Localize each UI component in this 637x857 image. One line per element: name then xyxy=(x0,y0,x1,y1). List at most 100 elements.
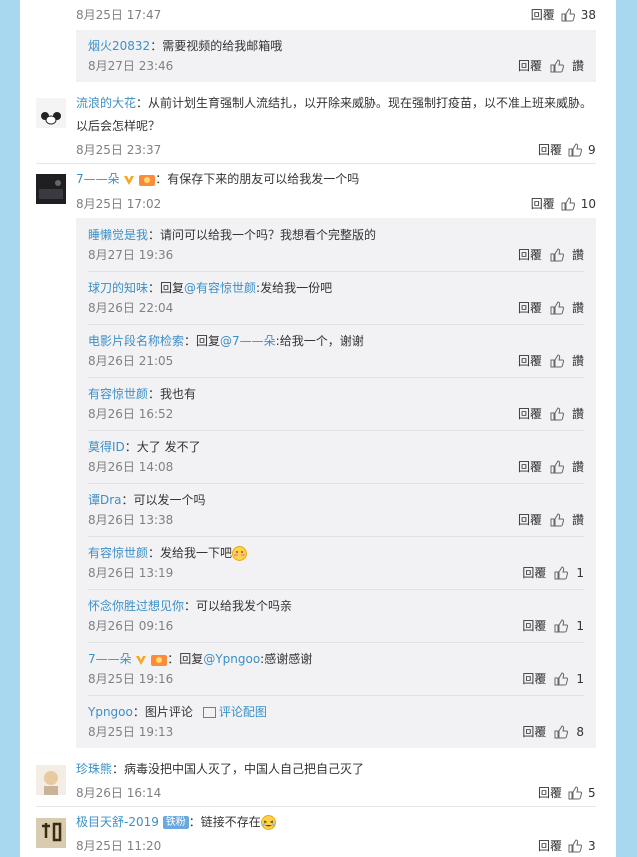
comment-text: ：有保存下来的朋友可以给我发一个吗 xyxy=(155,172,360,186)
reply-time: 8月26日 13:38 xyxy=(88,513,174,527)
thumbs-up-icon[interactable] xyxy=(561,196,575,211)
reply-item: 电影片段名称检索：回复@7——朵:给我一个，谢谢 8月26日 21:05 回覆 … xyxy=(88,332,584,372)
reply-item: 谭Dra：可以发一个吗 8月26日 13:38 回覆 讚 xyxy=(88,491,584,531)
thumbs-up-icon[interactable] xyxy=(561,7,575,22)
thumbs-up-icon[interactable] xyxy=(550,300,564,315)
reply-username[interactable]: 怀念你胜过想见你 xyxy=(88,599,184,613)
divider xyxy=(88,324,584,325)
reply-username[interactable]: Ypngoo xyxy=(88,705,133,719)
like-label[interactable]: 讚 xyxy=(572,57,584,74)
divider xyxy=(88,536,584,537)
mention-link[interactable]: @Ypngoo xyxy=(203,652,260,666)
like-count: 38 xyxy=(580,7,596,22)
reply-button[interactable]: 回覆 xyxy=(518,458,542,475)
reply-text: :给我一个，谢谢 xyxy=(275,334,364,348)
reply-username[interactable]: 谭Dra xyxy=(88,493,122,507)
reply-button[interactable]: 回覆 xyxy=(518,246,542,263)
like-count: 1 xyxy=(576,618,584,633)
like-count: 5 xyxy=(588,785,596,800)
reply-button[interactable]: 回覆 xyxy=(538,141,562,158)
reply-button[interactable]: 回覆 xyxy=(518,57,542,74)
comment-text: ：从前计划生育强制人流结扎，以开除来威胁。现在强制打疫苗，以不准上班来威胁。以后… xyxy=(76,96,593,133)
reply-text: ：需要视频的给我邮箱哦 xyxy=(150,39,283,53)
like-count: 3 xyxy=(588,838,596,853)
reply-time: 8月26日 14:08 xyxy=(88,460,174,474)
avatar[interactable] xyxy=(36,174,66,204)
like-label[interactable]: 讚 xyxy=(572,511,584,528)
shy-face-emoji-icon xyxy=(232,546,248,561)
reply-button[interactable]: 回覆 xyxy=(538,784,562,801)
reply-button[interactable]: 回覆 xyxy=(518,511,542,528)
avatar[interactable] xyxy=(36,818,66,848)
comment-username[interactable]: 极目天舒-2019 xyxy=(76,815,159,829)
reply-text: ：可以发一个吗 xyxy=(121,493,206,507)
reply-username[interactable]: 电影片段名称检索 xyxy=(88,334,184,348)
reply-button[interactable]: 回覆 xyxy=(522,670,546,687)
reply-username[interactable]: 烟火20832 xyxy=(88,39,150,53)
reply-text: ：图片评论 xyxy=(132,705,193,719)
comment-time: 8月25日 17:02 xyxy=(76,197,162,211)
reply-button[interactable]: 回覆 xyxy=(531,6,555,23)
reply-button[interactable]: 回覆 xyxy=(522,617,546,634)
like-label[interactable]: 讚 xyxy=(572,299,584,316)
reply-time: 8月26日 16:52 xyxy=(88,407,174,421)
divider xyxy=(88,483,584,484)
reply-username[interactable]: 有容惊世颜 xyxy=(88,387,148,401)
thumbs-up-icon[interactable] xyxy=(554,724,569,739)
comment-username[interactable]: 珍珠熊 xyxy=(76,762,112,776)
comment-username[interactable]: 7——朵 xyxy=(76,172,120,186)
reply-username[interactable]: 莫得ID xyxy=(88,440,125,454)
reply-username[interactable]: 睡懒觉是我 xyxy=(88,228,148,242)
divider xyxy=(88,430,584,431)
reply-item: 莫得ID：大了 发不了 8月26日 14:08 回覆 讚 xyxy=(88,438,584,478)
comment-username[interactable]: 流浪的大花 xyxy=(76,96,136,110)
thumbs-up-icon[interactable] xyxy=(550,58,564,73)
reply-item: 有容惊世颜：我也有 8月26日 16:52 回覆 讚 xyxy=(88,385,584,425)
like-label[interactable]: 讚 xyxy=(572,246,584,263)
reply-button[interactable]: 回覆 xyxy=(518,405,542,422)
verified-v-icon xyxy=(136,655,147,665)
mention-link[interactable]: @7——朵 xyxy=(220,334,276,348)
thumbs-up-icon[interactable] xyxy=(554,671,569,686)
reply-button[interactable]: 回覆 xyxy=(522,564,546,581)
reply-button[interactable]: 回覆 xyxy=(531,195,555,212)
thumbs-up-icon[interactable] xyxy=(550,247,564,262)
thumbs-up-icon[interactable] xyxy=(550,353,564,368)
comment-time: 8月25日 11:20 xyxy=(76,839,162,853)
reply-text: ：发给我一下吧 xyxy=(148,546,233,560)
thumbs-up-icon[interactable] xyxy=(550,459,564,474)
mention-link[interactable]: @有容惊世颜 xyxy=(184,281,256,295)
reply-time: 8月25日 19:13 xyxy=(88,725,174,739)
thumbs-up-icon[interactable] xyxy=(550,512,564,527)
thumbs-up-icon[interactable] xyxy=(568,785,582,800)
thumbs-up-icon[interactable] xyxy=(550,406,564,421)
reply-button[interactable]: 回覆 xyxy=(518,352,542,369)
thumbs-up-icon[interactable] xyxy=(554,618,569,633)
like-count: 1 xyxy=(576,565,584,580)
reply-button[interactable]: 回覆 xyxy=(518,299,542,316)
reply-text: :感谢感谢 xyxy=(260,652,313,666)
like-label[interactable]: 讚 xyxy=(572,458,584,475)
like-count: 1 xyxy=(576,671,584,686)
member-badge-icon xyxy=(139,174,156,186)
thumbs-up-icon[interactable] xyxy=(568,838,582,853)
reply-time: 8月26日 09:16 xyxy=(88,619,174,633)
comment-actions: 回覆 38 xyxy=(531,6,596,23)
reply-username[interactable]: 7——朵 xyxy=(88,652,132,666)
like-label[interactable]: 讚 xyxy=(572,405,584,422)
reply-username[interactable]: 有容惊世颜 xyxy=(88,546,148,560)
reply-item: Ypngoo：图片评论 评论配图 8月25日 19:13 回覆 8 xyxy=(88,703,584,743)
comment-time: 8月25日 23:37 xyxy=(76,143,162,157)
reply-button[interactable]: 回覆 xyxy=(538,837,562,854)
member-badge-icon xyxy=(151,654,168,666)
avatar[interactable] xyxy=(36,98,66,128)
thumbs-up-icon[interactable] xyxy=(568,142,582,157)
divider xyxy=(88,271,584,272)
reply-button[interactable]: 回覆 xyxy=(522,723,546,740)
like-label[interactable]: 讚 xyxy=(572,352,584,369)
avatar[interactable] xyxy=(36,765,66,795)
reply-item: 球刀的知味：回复@有容惊世颜:发给我一份吧 8月26日 22:04 回覆 讚 xyxy=(88,279,584,319)
thumbs-up-icon[interactable] xyxy=(554,565,569,580)
reply-username[interactable]: 球刀的知味 xyxy=(88,281,148,295)
comment-image-link[interactable]: 评论配图 xyxy=(219,705,267,719)
